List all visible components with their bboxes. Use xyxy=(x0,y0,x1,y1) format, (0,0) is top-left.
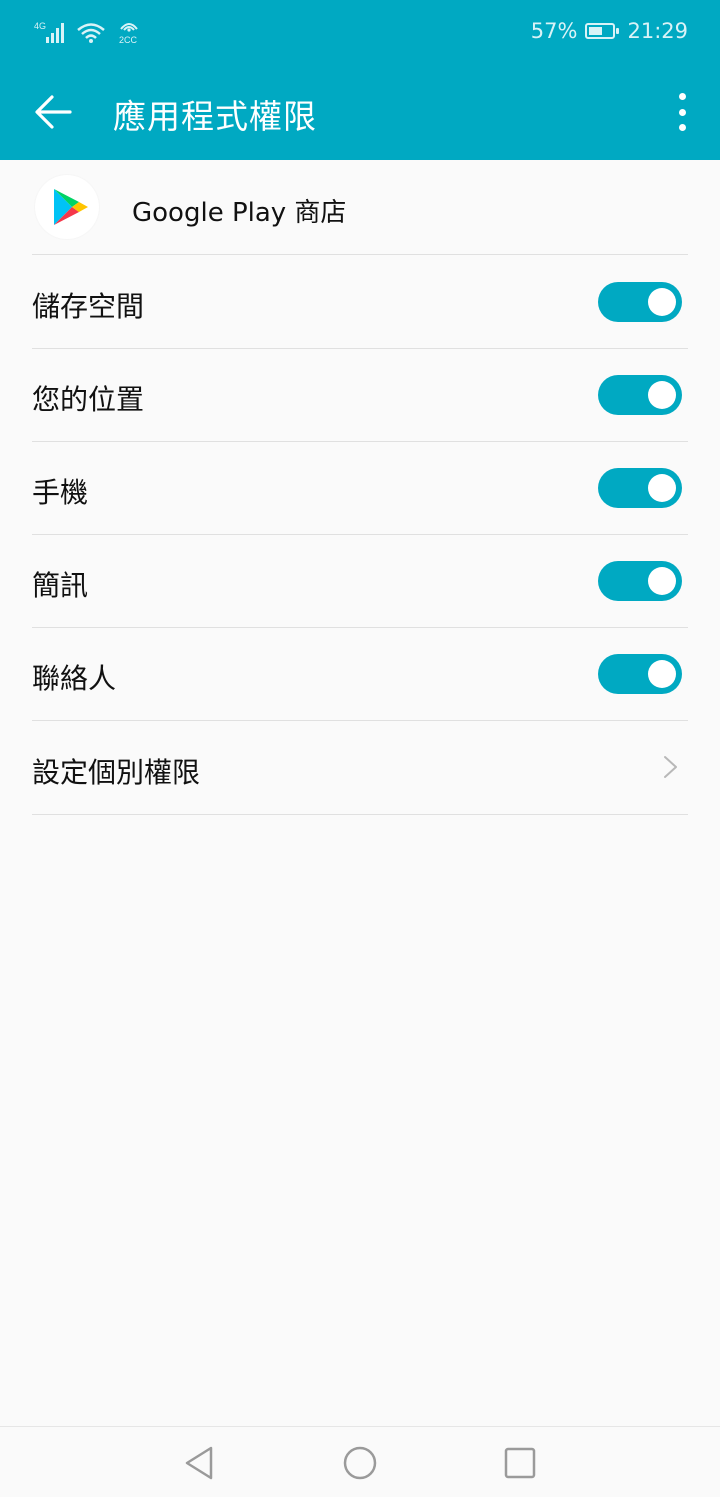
status-icons-right: 57% 21:29 xyxy=(531,19,688,43)
battery-level xyxy=(589,27,602,35)
wifi-icon xyxy=(76,20,106,48)
square-recents-icon xyxy=(504,1447,536,1479)
arrow-left-icon xyxy=(35,95,72,129)
app-bar: 應用程式權限 xyxy=(0,64,720,160)
network-type-label: 4G xyxy=(34,21,46,31)
permission-label: 您的位置 xyxy=(32,383,145,416)
nav-home-button[interactable] xyxy=(342,1445,378,1481)
permission-row-contacts[interactable]: 聯絡人 xyxy=(32,627,688,721)
permission-label: 簡訊 xyxy=(32,569,89,602)
permission-label: 儲存空間 xyxy=(32,290,145,323)
clock: 21:29 xyxy=(627,19,688,43)
permission-row-sms[interactable]: 簡訊 xyxy=(32,534,688,628)
navigation-bar xyxy=(0,1426,720,1497)
individual-permissions-row[interactable]: 設定個別權限 xyxy=(32,721,688,815)
permission-toggle[interactable] xyxy=(598,282,682,322)
circle-home-icon xyxy=(343,1446,377,1480)
toggle-knob xyxy=(648,567,676,595)
more-vertical-icon-dot xyxy=(678,108,686,116)
more-vertical-icon-dot xyxy=(678,124,686,131)
status-icons-left: 4G 2CC xyxy=(34,18,142,48)
more-options-button[interactable] xyxy=(670,90,694,134)
individual-permissions-label: 設定個別權限 xyxy=(32,756,201,789)
hotspot-label: 2CC xyxy=(119,35,138,44)
more-vertical-icon-dot xyxy=(678,93,686,100)
battery-icon xyxy=(585,23,620,39)
toggle-knob xyxy=(648,474,676,502)
battery-percent: 57% xyxy=(530,19,578,43)
permission-toggle[interactable] xyxy=(598,468,682,508)
permission-label: 聯絡人 xyxy=(32,662,117,695)
permission-toggle[interactable] xyxy=(598,654,682,694)
status-bar: 4G 2CC 57% 21:29 xyxy=(0,0,720,64)
permission-row-phone[interactable]: 手機 xyxy=(32,441,688,535)
chevron-right-icon xyxy=(664,756,677,778)
app-name: Google Play 商店 xyxy=(132,198,347,228)
hotspot-icon: 2CC xyxy=(116,18,142,48)
back-button[interactable] xyxy=(30,90,78,134)
toggle-knob xyxy=(648,660,676,688)
cellular-signal-icon: 4G xyxy=(34,20,66,48)
permission-label: 手機 xyxy=(32,476,89,509)
nav-recents-button[interactable] xyxy=(502,1445,538,1481)
toggle-knob xyxy=(648,288,676,316)
toggle-knob xyxy=(648,381,676,409)
google-play-icon xyxy=(35,175,99,239)
permission-row-location[interactable]: 您的位置 xyxy=(32,348,688,442)
permission-toggle[interactable] xyxy=(598,561,682,601)
permission-toggle[interactable] xyxy=(598,375,682,415)
triangle-back-icon xyxy=(185,1446,213,1480)
nav-back-button[interactable] xyxy=(182,1445,218,1481)
page-title: 應用程式權限 xyxy=(113,97,317,136)
app-info-header: Google Play 商店 xyxy=(32,160,688,255)
permission-row-storage[interactable]: 儲存空間 xyxy=(32,255,688,349)
